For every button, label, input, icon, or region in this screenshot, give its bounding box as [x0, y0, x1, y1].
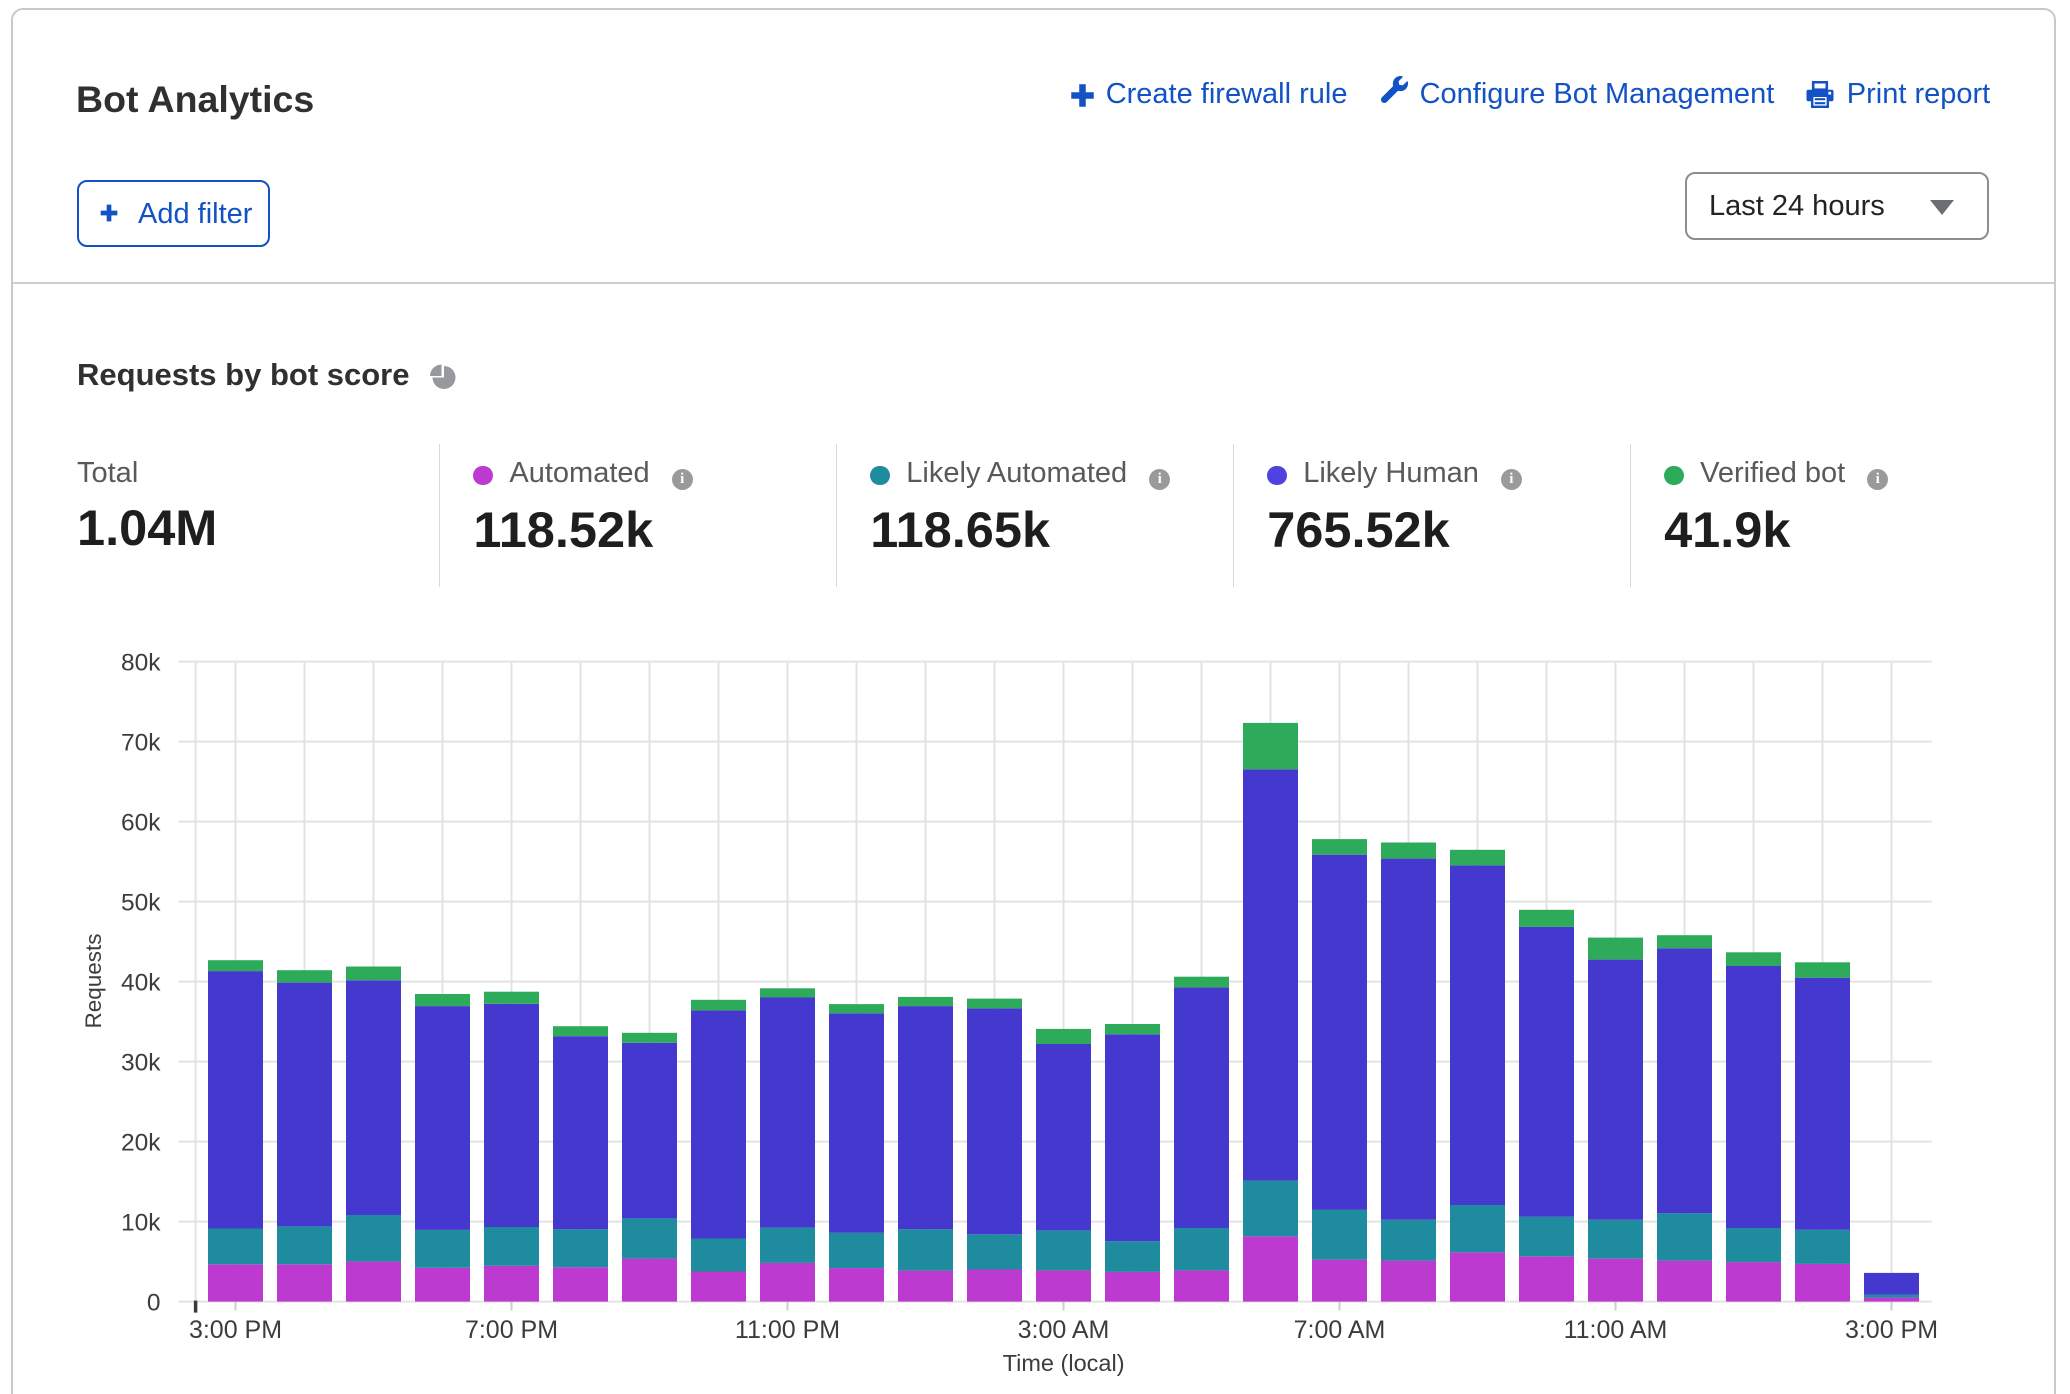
- svg-text:3:00 AM: 3:00 AM: [1018, 1316, 1110, 1344]
- svg-text:3:00 PM: 3:00 PM: [1845, 1316, 1938, 1344]
- svg-text:11:00 AM: 11:00 AM: [1564, 1316, 1668, 1344]
- svg-text:50k: 50k: [121, 890, 161, 917]
- svg-text:70k: 70k: [121, 730, 161, 757]
- svg-text:60k: 60k: [121, 810, 161, 837]
- svg-text:3:00 PM: 3:00 PM: [189, 1316, 282, 1344]
- svg-text:40k: 40k: [121, 970, 161, 997]
- svg-text:10k: 10k: [121, 1210, 161, 1237]
- svg-text:0: 0: [147, 1290, 161, 1317]
- svg-text:80k: 80k: [121, 650, 161, 677]
- svg-text:20k: 20k: [121, 1130, 161, 1157]
- svg-text:Time (local): Time (local): [1003, 1350, 1125, 1376]
- svg-text:30k: 30k: [121, 1050, 161, 1077]
- svg-text:7:00 PM: 7:00 PM: [465, 1316, 558, 1344]
- svg-text:7:00 AM: 7:00 AM: [1294, 1316, 1386, 1344]
- svg-text:Requests: Requests: [81, 933, 106, 1028]
- svg-text:11:00 PM: 11:00 PM: [735, 1316, 840, 1344]
